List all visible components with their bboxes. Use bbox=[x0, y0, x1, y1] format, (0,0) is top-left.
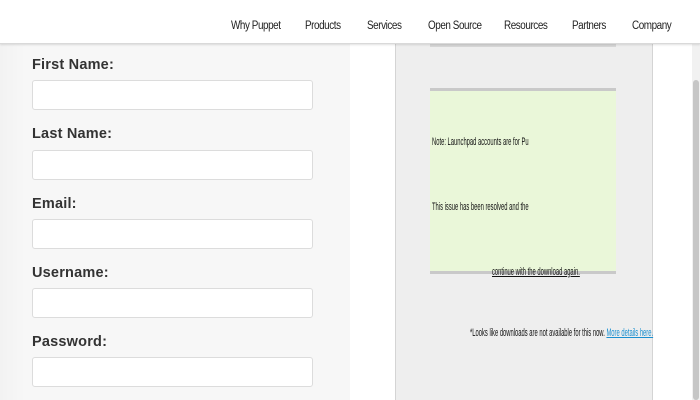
last-name-input[interactable] bbox=[32, 150, 313, 180]
footnote-text: *Looks like downloads are not available … bbox=[470, 327, 605, 339]
nav-item-open-source[interactable]: Open Source bbox=[428, 20, 482, 32]
notice-line-1: Note: Launchpad accounts are for Puppet … bbox=[432, 136, 529, 148]
first-name-label: First Name: bbox=[32, 57, 114, 73]
last-name-label: Last Name: bbox=[32, 126, 113, 142]
email-input[interactable] bbox=[32, 219, 313, 249]
password-input[interactable] bbox=[32, 357, 313, 387]
scrollbar-thumb[interactable] bbox=[693, 80, 699, 400]
sidebar-divider bbox=[430, 44, 616, 47]
page-scrollbar[interactable] bbox=[692, 44, 700, 400]
username-label: Username: bbox=[32, 265, 109, 281]
username-input[interactable] bbox=[32, 288, 313, 318]
notice-box: Note: Launchpad accounts are for Puppet … bbox=[430, 88, 616, 274]
nav-item-why-puppet[interactable]: Why Puppet bbox=[231, 20, 281, 32]
details-link[interactable]: More details here. bbox=[606, 327, 653, 339]
nav-item-partners[interactable]: Partners bbox=[572, 20, 606, 32]
download-footnote: *Looks like downloads are not available … bbox=[470, 326, 653, 340]
nav-item-company[interactable]: Company bbox=[632, 20, 672, 32]
email-label: Email: bbox=[32, 196, 77, 212]
nav-item-products[interactable]: Products bbox=[305, 20, 341, 32]
notice-line-3: continue with the download again. bbox=[492, 266, 580, 278]
top-navigation: Why Puppet Products Services Open Source… bbox=[0, 0, 700, 44]
password-label: Password: bbox=[32, 334, 108, 350]
nav-item-services[interactable]: Services bbox=[367, 20, 402, 32]
nav-item-resources[interactable]: Resources bbox=[504, 20, 548, 32]
first-name-input[interactable] bbox=[32, 80, 313, 110]
notice-line-2: This issue has been resolved and the fre… bbox=[432, 201, 529, 213]
